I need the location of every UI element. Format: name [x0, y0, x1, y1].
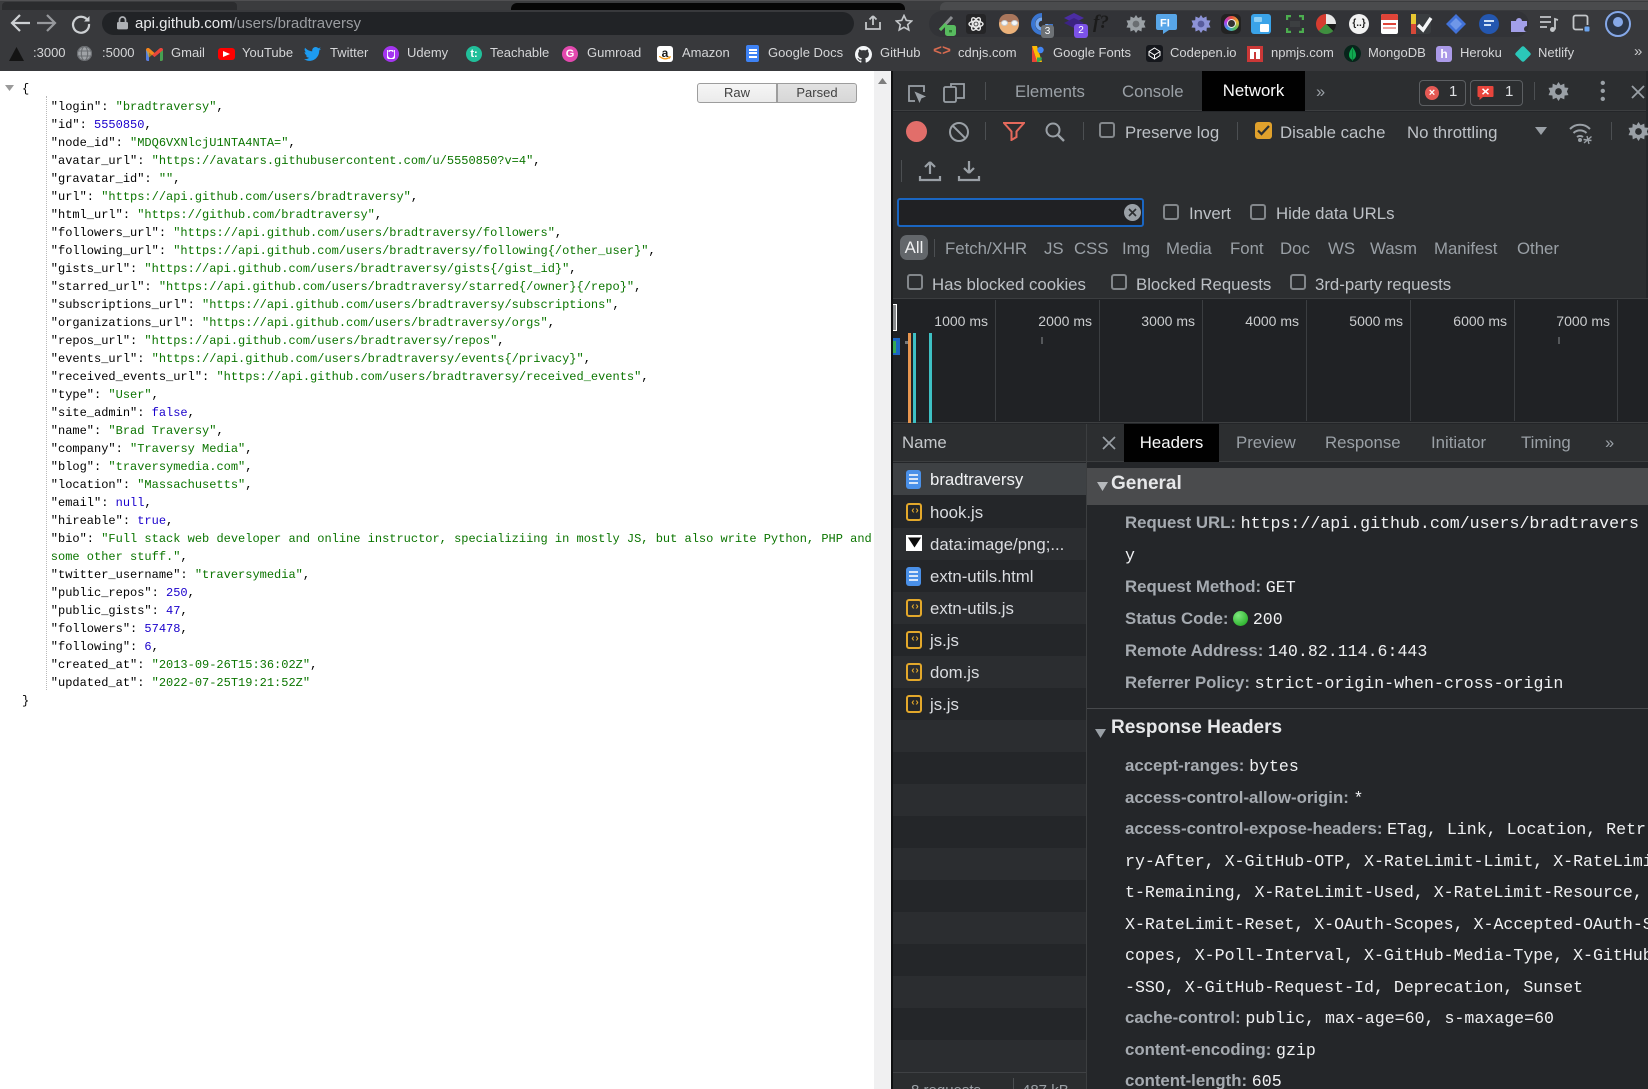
svg-text:FI: FI	[1160, 17, 1170, 29]
